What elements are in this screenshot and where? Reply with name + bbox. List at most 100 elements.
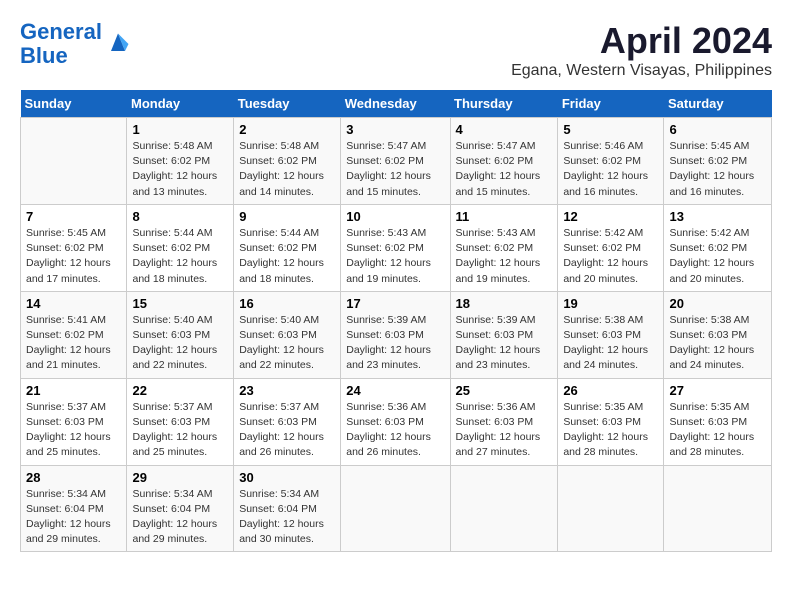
calendar-cell: 6 Sunrise: 5:45 AM Sunset: 6:02 PM Daylig… (664, 118, 772, 205)
weekday-tuesday: Tuesday (234, 90, 341, 118)
logo-text: GeneralBlue (20, 20, 102, 68)
calendar-cell: 8Sunrise: 5:44 AM Sunset: 6:02 PM Daylig… (127, 204, 234, 291)
day-info: Sunrise: 5:43 AM Sunset: 6:02 PM Dayligh… (456, 226, 553, 287)
day-info: Sunrise: 5:38 AM Sunset: 6:03 PM Dayligh… (563, 313, 658, 374)
calendar-cell (21, 118, 127, 205)
weekday-friday: Friday (558, 90, 664, 118)
calendar-cell (558, 465, 664, 552)
day-info: Sunrise: 5:42 AM Sunset: 6:02 PM Dayligh… (563, 226, 658, 287)
day-number: 28 (26, 470, 121, 485)
calendar-cell: 13 Sunrise: 5:42 AM Sunset: 6:02 PM Dayli… (664, 204, 772, 291)
day-info: Sunrise: 5:44 AM Sunset: 6:02 PM Dayligh… (239, 226, 335, 287)
week-row-4: 21 Sunrise: 5:37 AM Sunset: 6:03 PM Dayli… (21, 378, 772, 465)
calendar-cell: 22 Sunrise: 5:37 AM Sunset: 6:03 PM Dayli… (127, 378, 234, 465)
day-number: 18 (456, 296, 553, 311)
day-info: Sunrise: 5:34 AM Sunset: 6:04 PM Dayligh… (239, 487, 335, 548)
day-info: Sunrise: 5:39 AM Sunset: 6:03 PM Dayligh… (346, 313, 444, 374)
day-number: 7 (26, 209, 121, 224)
day-number: 6 (669, 122, 766, 137)
calendar-cell (450, 465, 558, 552)
day-number: 9 (239, 209, 335, 224)
calendar-cell: 4 Sunrise: 5:47 AM Sunset: 6:02 PM Daylig… (450, 118, 558, 205)
day-info: Sunrise: 5:47 AM Sunset: 6:02 PM Dayligh… (346, 139, 444, 200)
location-text: Egana, Western Visayas, Philippines (511, 62, 772, 80)
calendar-cell: 27Sunrise: 5:35 AM Sunset: 6:03 PM Dayli… (664, 378, 772, 465)
day-info: Sunrise: 5:37 AM Sunset: 6:03 PM Dayligh… (132, 400, 228, 461)
week-row-5: 28 Sunrise: 5:34 AM Sunset: 6:04 PM Dayli… (21, 465, 772, 552)
day-info: Sunrise: 5:38 AM Sunset: 6:03 PM Dayligh… (669, 313, 766, 374)
day-info: Sunrise: 5:35 AM Sunset: 6:03 PM Dayligh… (563, 400, 658, 461)
calendar-cell: 1 Sunrise: 5:48 AM Sunset: 6:02 PM Daylig… (127, 118, 234, 205)
day-number: 26 (563, 383, 658, 398)
day-info: Sunrise: 5:45 AM Sunset: 6:02 PM Dayligh… (669, 139, 766, 200)
weekday-thursday: Thursday (450, 90, 558, 118)
day-number: 19 (563, 296, 658, 311)
day-number: 1 (132, 122, 228, 137)
weekday-monday: Monday (127, 90, 234, 118)
logo-icon (104, 30, 132, 58)
weekday-saturday: Saturday (664, 90, 772, 118)
calendar-cell: 7Sunrise: 5:45 AM Sunset: 6:02 PM Daylig… (21, 204, 127, 291)
weekday-sunday: Sunday (21, 90, 127, 118)
calendar-cell: 19 Sunrise: 5:38 AM Sunset: 6:03 PM Dayli… (558, 291, 664, 378)
calendar-body: 1 Sunrise: 5:48 AM Sunset: 6:02 PM Daylig… (21, 118, 772, 552)
day-info: Sunrise: 5:48 AM Sunset: 6:02 PM Dayligh… (132, 139, 228, 200)
calendar-cell: 2Sunrise: 5:48 AM Sunset: 6:02 PM Daylig… (234, 118, 341, 205)
day-info: Sunrise: 5:36 AM Sunset: 6:03 PM Dayligh… (456, 400, 553, 461)
day-number: 11 (456, 209, 553, 224)
title-block: April 2024 Egana, Western Visayas, Phili… (511, 20, 772, 80)
calendar-table: SundayMondayTuesdayWednesdayThursdayFrid… (20, 90, 772, 552)
day-number: 12 (563, 209, 658, 224)
calendar-cell: 12 Sunrise: 5:42 AM Sunset: 6:02 PM Dayli… (558, 204, 664, 291)
calendar-cell: 5Sunrise: 5:46 AM Sunset: 6:02 PM Daylig… (558, 118, 664, 205)
weekday-header-row: SundayMondayTuesdayWednesdayThursdayFrid… (21, 90, 772, 118)
calendar-cell: 26 Sunrise: 5:35 AM Sunset: 6:03 PM Dayli… (558, 378, 664, 465)
day-number: 10 (346, 209, 444, 224)
day-info: Sunrise: 5:47 AM Sunset: 6:02 PM Dayligh… (456, 139, 553, 200)
day-number: 13 (669, 209, 766, 224)
calendar-cell: 25 Sunrise: 5:36 AM Sunset: 6:03 PM Dayli… (450, 378, 558, 465)
calendar-cell: 23 Sunrise: 5:37 AM Sunset: 6:03 PM Dayli… (234, 378, 341, 465)
calendar-cell: 24 Sunrise: 5:36 AM Sunset: 6:03 PM Dayli… (341, 378, 450, 465)
day-info: Sunrise: 5:46 AM Sunset: 6:02 PM Dayligh… (563, 139, 658, 200)
calendar-cell: 15Sunrise: 5:40 AM Sunset: 6:03 PM Dayli… (127, 291, 234, 378)
day-number: 8 (132, 209, 228, 224)
day-info: Sunrise: 5:37 AM Sunset: 6:03 PM Dayligh… (239, 400, 335, 461)
calendar-cell: 9 Sunrise: 5:44 AM Sunset: 6:02 PM Daylig… (234, 204, 341, 291)
day-info: Sunrise: 5:40 AM Sunset: 6:03 PM Dayligh… (239, 313, 335, 374)
calendar-cell: 11 Sunrise: 5:43 AM Sunset: 6:02 PM Dayli… (450, 204, 558, 291)
calendar-cell (341, 465, 450, 552)
calendar-cell: 20 Sunrise: 5:38 AM Sunset: 6:03 PM Dayli… (664, 291, 772, 378)
day-number: 30 (239, 470, 335, 485)
calendar-cell: 21Sunrise: 5:37 AM Sunset: 6:03 PM Dayli… (21, 378, 127, 465)
day-info: Sunrise: 5:42 AM Sunset: 6:02 PM Dayligh… (669, 226, 766, 287)
day-info: Sunrise: 5:34 AM Sunset: 6:04 PM Dayligh… (26, 487, 121, 548)
day-info: Sunrise: 5:34 AM Sunset: 6:04 PM Dayligh… (132, 487, 228, 548)
day-number: 3 (346, 122, 444, 137)
day-number: 14 (26, 296, 121, 311)
day-number: 17 (346, 296, 444, 311)
day-number: 21 (26, 383, 121, 398)
weekday-wednesday: Wednesday (341, 90, 450, 118)
calendar-cell: 30 Sunrise: 5:34 AM Sunset: 6:04 PM Dayli… (234, 465, 341, 552)
calendar-cell: 10Sunrise: 5:43 AM Sunset: 6:02 PM Dayli… (341, 204, 450, 291)
day-number: 25 (456, 383, 553, 398)
day-number: 24 (346, 383, 444, 398)
calendar-cell: 18 Sunrise: 5:39 AM Sunset: 6:03 PM Dayli… (450, 291, 558, 378)
day-info: Sunrise: 5:35 AM Sunset: 6:03 PM Dayligh… (669, 400, 766, 461)
day-number: 23 (239, 383, 335, 398)
day-number: 15 (132, 296, 228, 311)
calendar-cell (664, 465, 772, 552)
day-number: 4 (456, 122, 553, 137)
day-info: Sunrise: 5:41 AM Sunset: 6:02 PM Dayligh… (26, 313, 121, 374)
week-row-3: 14 Sunrise: 5:41 AM Sunset: 6:02 PM Dayli… (21, 291, 772, 378)
calendar-cell: 29Sunrise: 5:34 AM Sunset: 6:04 PM Dayli… (127, 465, 234, 552)
calendar-cell: 14 Sunrise: 5:41 AM Sunset: 6:02 PM Dayli… (21, 291, 127, 378)
day-info: Sunrise: 5:48 AM Sunset: 6:02 PM Dayligh… (239, 139, 335, 200)
day-info: Sunrise: 5:39 AM Sunset: 6:03 PM Dayligh… (456, 313, 553, 374)
calendar-cell: 17 Sunrise: 5:39 AM Sunset: 6:03 PM Dayli… (341, 291, 450, 378)
day-number: 16 (239, 296, 335, 311)
day-number: 22 (132, 383, 228, 398)
day-info: Sunrise: 5:36 AM Sunset: 6:03 PM Dayligh… (346, 400, 444, 461)
day-number: 20 (669, 296, 766, 311)
